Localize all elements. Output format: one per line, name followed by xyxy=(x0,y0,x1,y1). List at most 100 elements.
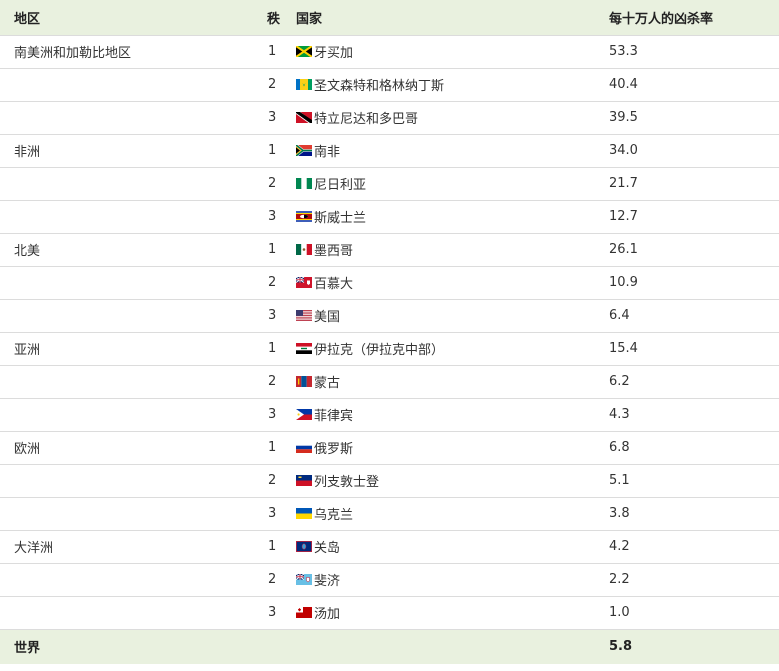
country-cell: 俄罗斯 xyxy=(296,431,609,464)
country-name[interactable]: 乌克兰 xyxy=(314,504,353,523)
country-name[interactable]: 圣文森特和格林纳丁斯 xyxy=(314,75,444,94)
flag-tonga-icon xyxy=(296,607,312,618)
flag-fiji-icon xyxy=(296,574,312,585)
country-name[interactable]: 斐济 xyxy=(314,570,340,589)
country-name[interactable]: 菲律宾 xyxy=(314,405,353,424)
region-cell xyxy=(0,101,262,134)
region-cell: 南美洲和加勒比地区 xyxy=(14,46,132,61)
country-name[interactable]: 南非 xyxy=(314,141,340,160)
rate-cell: 15.4 xyxy=(609,341,638,356)
country-wrap: 特立尼达和多巴哥 xyxy=(296,108,418,127)
country-name[interactable]: 墨西哥 xyxy=(314,240,353,259)
flag-philippines-icon xyxy=(296,409,312,420)
rate-cell: 4.2 xyxy=(609,539,630,554)
country-cell: 牙买加 xyxy=(296,35,609,68)
rank-cell: 1 xyxy=(268,44,277,59)
country-name[interactable]: 尼日利亚 xyxy=(314,174,366,193)
country-wrap: 蒙古 xyxy=(296,372,340,391)
table-row: 北美 1 墨西哥 26.1 xyxy=(0,233,779,266)
country-name[interactable]: 俄罗斯 xyxy=(314,438,353,457)
table-row: 3 特立尼达和多巴哥 39.5 xyxy=(0,101,779,134)
table-row: 非洲 1 南非 34.0 xyxy=(0,134,779,167)
world-rate: 5.8 xyxy=(609,639,633,655)
country-cell: 斯威士兰 xyxy=(296,200,609,233)
region-cell xyxy=(0,365,262,398)
country-wrap: 伊拉克（伊拉克中部） xyxy=(296,339,444,358)
region-cell: 大洋洲 xyxy=(14,541,54,556)
country-cell: 美国 xyxy=(296,299,609,332)
rate-cell: 5.1 xyxy=(609,473,630,488)
rank-cell: 2 xyxy=(268,473,277,488)
rank-cell: 2 xyxy=(268,176,277,191)
rank-cell: 1 xyxy=(268,440,277,455)
country-name[interactable]: 牙买加 xyxy=(314,42,353,61)
country-cell: 特立尼达和多巴哥 xyxy=(296,101,609,134)
flag-russia-icon xyxy=(296,442,312,453)
country-cell: 斐济 xyxy=(296,563,609,596)
world-total-row: 世界 5.8 xyxy=(0,629,779,664)
table-header-row: 地区 秩 国家 每十万人的凶杀率 xyxy=(0,0,779,35)
table-row: 2 圣文森特和格林纳丁斯 40.4 xyxy=(0,68,779,101)
country-wrap: 美国 xyxy=(296,306,340,325)
region-cell xyxy=(0,266,262,299)
flag-mongolia-icon xyxy=(296,376,312,387)
country-name[interactable]: 美国 xyxy=(314,306,340,325)
rank-cell: 3 xyxy=(268,308,277,323)
flag-jamaica-icon xyxy=(296,46,312,57)
country-name[interactable]: 百慕大 xyxy=(314,273,353,292)
country-wrap: 南非 xyxy=(296,141,340,160)
region-cell xyxy=(0,497,262,530)
flag-nigeria-icon xyxy=(296,178,312,189)
country-name[interactable]: 伊拉克（伊拉克中部） xyxy=(314,339,444,358)
table-row: 3 乌克兰 3.8 xyxy=(0,497,779,530)
world-label: 世界 xyxy=(14,641,41,657)
table-row: 南美洲和加勒比地区 1 牙买加 53.3 xyxy=(0,35,779,68)
rate-cell: 39.5 xyxy=(609,110,638,125)
country-wrap: 俄罗斯 xyxy=(296,438,353,457)
region-cell xyxy=(0,68,262,101)
country-cell: 关岛 xyxy=(296,530,609,563)
rate-cell: 1.0 xyxy=(609,605,630,620)
rank-cell: 2 xyxy=(268,275,277,290)
rate-cell: 10.9 xyxy=(609,275,638,290)
rate-cell: 40.4 xyxy=(609,77,638,92)
country-cell: 菲律宾 xyxy=(296,398,609,431)
country-wrap: 乌克兰 xyxy=(296,504,353,523)
country-name[interactable]: 斯威士兰 xyxy=(314,207,366,226)
flag-ukraine-icon xyxy=(296,508,312,519)
table-row: 3 汤加 1.0 xyxy=(0,596,779,629)
country-cell: 蒙古 xyxy=(296,365,609,398)
flag-usa-icon xyxy=(296,310,312,321)
country-cell: 墨西哥 xyxy=(296,233,609,266)
flag-bermuda-icon xyxy=(296,277,312,288)
table-row: 2 尼日利亚 21.7 xyxy=(0,167,779,200)
rate-cell: 21.7 xyxy=(609,176,638,191)
country-wrap: 牙买加 xyxy=(296,42,353,61)
country-wrap: 列支敦士登 xyxy=(296,471,379,490)
country-wrap: 斐济 xyxy=(296,570,340,589)
rate-cell: 26.1 xyxy=(609,242,638,257)
rank-cell: 2 xyxy=(268,572,277,587)
country-cell: 百慕大 xyxy=(296,266,609,299)
flag-saint-vincent-icon xyxy=(296,79,312,90)
country-name[interactable]: 关岛 xyxy=(314,537,340,556)
flag-iraq-icon xyxy=(296,343,312,354)
country-name[interactable]: 汤加 xyxy=(314,603,340,622)
rate-cell: 2.2 xyxy=(609,572,630,587)
rank-cell: 3 xyxy=(268,407,277,422)
region-cell: 亚洲 xyxy=(14,343,41,358)
rank-cell: 3 xyxy=(268,110,277,125)
rate-cell: 34.0 xyxy=(609,143,638,158)
table-row: 2 百慕大 10.9 xyxy=(0,266,779,299)
country-name[interactable]: 列支敦士登 xyxy=(314,471,379,490)
country-name[interactable]: 特立尼达和多巴哥 xyxy=(314,108,418,127)
region-cell: 非洲 xyxy=(14,145,41,160)
region-cell: 北美 xyxy=(14,244,41,259)
rank-cell: 1 xyxy=(268,539,277,554)
table-body: 南美洲和加勒比地区 1 牙买加 53.3 2 圣文森特和格林纳丁斯 40.4 3 特立尼达和多巴… xyxy=(0,35,779,629)
table-row: 3 斯威士兰 12.7 xyxy=(0,200,779,233)
country-name[interactable]: 蒙古 xyxy=(314,372,340,391)
country-wrap: 关岛 xyxy=(296,537,340,556)
flag-mexico-icon xyxy=(296,244,312,255)
rate-cell: 6.4 xyxy=(609,308,630,323)
